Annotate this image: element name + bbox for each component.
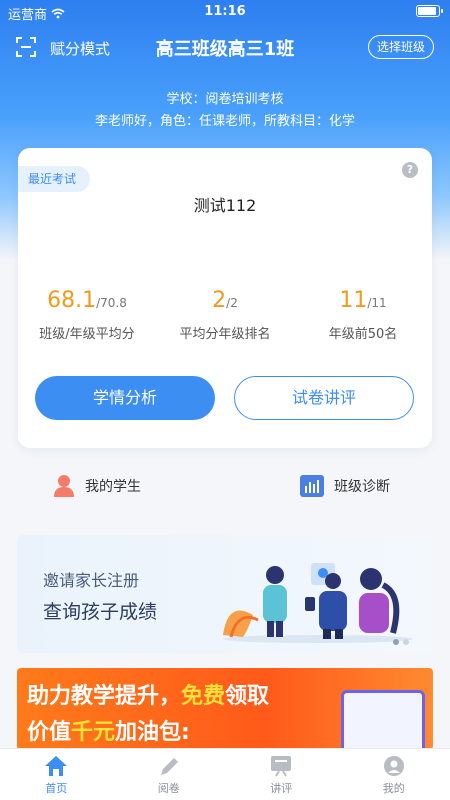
- class-diagnosis-label: 班级诊断: [334, 479, 390, 495]
- tab-label: 首页: [45, 782, 68, 795]
- school-info: 学校：阅卷培训考核: [166, 92, 284, 107]
- help-icon[interactable]: ?: [402, 162, 418, 178]
- bar-chart-icon: [300, 475, 324, 497]
- home-icon: [45, 756, 68, 776]
- my-students-entry[interactable]: 我的学生: [53, 470, 141, 502]
- battery-icon: [416, 5, 443, 17]
- top-nav: 赋分模式 高三班级高三1班 选择班级: [0, 30, 450, 64]
- stat-value: 11: [339, 288, 368, 313]
- paper-review-button[interactable]: 试卷讲评: [234, 376, 414, 420]
- banner-line1: 邀请家长注册: [43, 571, 140, 590]
- tab-label: 讲评: [270, 782, 293, 795]
- parents-illustration: [223, 563, 413, 643]
- tab-label: 阅卷: [157, 782, 180, 795]
- board-icon: [271, 756, 292, 777]
- clock: 11:16: [204, 4, 246, 19]
- stat-rank: 2/2 平均分年级排名: [156, 288, 294, 342]
- recent-exam-tag: 最近考试: [18, 166, 91, 192]
- tab-label: 我的: [382, 782, 405, 795]
- promo-banner[interactable]: 助力教学提升，免费领取 价值千元加油包:: [17, 668, 433, 750]
- status-bar: 运营商 11:16: [0, 0, 450, 24]
- exam-summary-card: 最近考试 ? 测试112 68.1/70.8 班级/年级平均分 2/2 平均分年…: [18, 148, 432, 448]
- stat-total: /11: [367, 296, 387, 310]
- my-students-label: 我的学生: [85, 479, 141, 495]
- carousel-dots: [393, 639, 409, 645]
- stat-label: 年级前50名: [328, 327, 398, 342]
- exam-name[interactable]: 测试112: [18, 192, 432, 216]
- bottom-tab-bar: 首页 阅卷 讲评 我的: [0, 748, 450, 800]
- stat-average: 68.1/70.8 班级/年级平均分: [18, 288, 156, 342]
- invite-parents-banner[interactable]: 邀请家长注册 查询孩子成绩: [17, 535, 433, 653]
- class-diagnosis-entry[interactable]: 班级诊断: [300, 470, 390, 502]
- stat-label: 平均分年级排名: [179, 327, 271, 342]
- promo-line1: 助力教学提升，免费领取: [27, 684, 270, 709]
- stat-total: /2: [226, 296, 238, 310]
- teacher-info: 李老师好，角色：任课老师，所教科目：化学: [94, 114, 355, 129]
- learning-analysis-button[interactable]: 学情分析: [35, 376, 215, 420]
- stat-value: 68.1: [47, 288, 97, 313]
- promo-line2: 价值千元加油包:: [27, 720, 190, 745]
- tab-home[interactable]: 首页: [0, 749, 113, 800]
- user-icon: [383, 756, 404, 776]
- banner-line2: 查询孩子成绩: [43, 601, 158, 623]
- promo-screen-illustration: [341, 690, 425, 750]
- student-icon: [54, 475, 74, 497]
- stat-label: 班级/年级平均分: [39, 327, 135, 342]
- tab-mine[interactable]: 我的: [338, 749, 450, 800]
- stat-total: /70.8: [96, 296, 127, 310]
- tab-review[interactable]: 讲评: [225, 749, 338, 800]
- tab-grading[interactable]: 阅卷: [113, 749, 226, 800]
- pen-icon: [160, 758, 178, 775]
- choose-class-button[interactable]: 选择班级: [367, 35, 434, 59]
- stat-value: 2: [212, 288, 227, 313]
- stat-top50: 11/11 年级前50名: [294, 288, 432, 342]
